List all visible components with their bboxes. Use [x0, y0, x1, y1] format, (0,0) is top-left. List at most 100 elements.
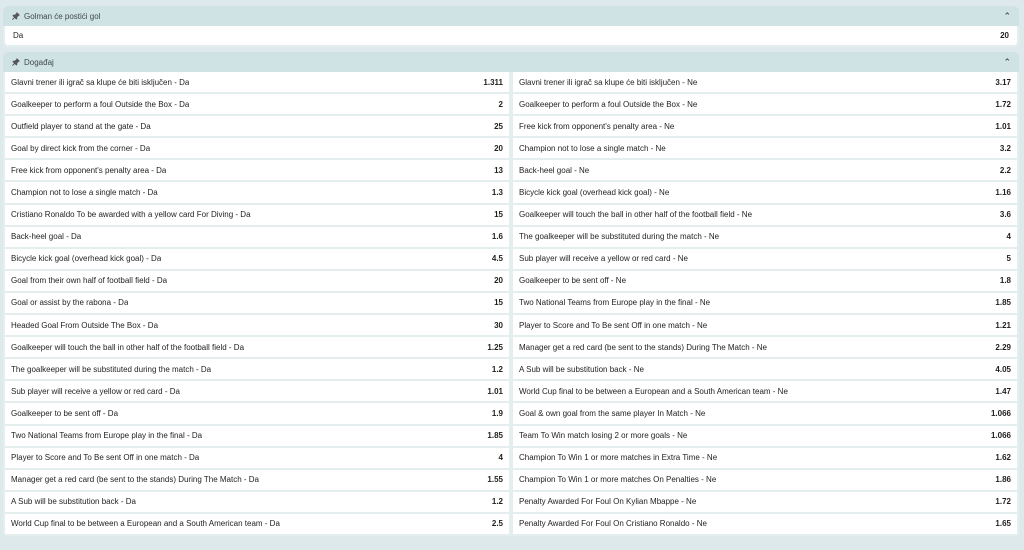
market-golman-postici-gol: Golman će postići gol ⌃ Da 20 [3, 6, 1019, 47]
odd-label: Da [13, 31, 24, 40]
odd-row[interactable]: Glavni trener ili igrač sa klupe će biti… [5, 72, 509, 93]
odd-label: Sub player will receive a yellow or red … [519, 254, 688, 264]
odd-value: 1.86 [995, 475, 1011, 485]
odd-label: Goal by direct kick from the corner - Da [11, 143, 151, 153]
odd-label: Goalkeeper to perform a foul Outside the… [519, 99, 698, 109]
odd-row[interactable]: Goalkeeper to perform a foul Outside the… [513, 94, 1017, 115]
odd-value: 1.2 [491, 364, 503, 374]
chevron-up-icon[interactable]: ⌃ [999, 57, 1011, 68]
odd-value: 1.72 [995, 497, 1011, 507]
odd-row[interactable]: Sub player will receive a yellow or red … [513, 248, 1017, 269]
odd-row[interactable]: Penalty Awarded For Foul On Kylian Mbapp… [513, 491, 1017, 512]
chevron-up-icon[interactable]: ⌃ [999, 11, 1011, 22]
odd-row[interactable]: Bicycle kick goal (overhead kick goal) -… [5, 248, 509, 269]
odd-value: 1.8 [999, 276, 1011, 286]
odd-row[interactable]: Player to Score and To Be sent Off in on… [5, 447, 509, 468]
odd-label: Penalty Awarded For Foul On Kylian Mbapp… [519, 497, 697, 507]
odd-value: 1.21 [995, 320, 1011, 330]
odd-label: Champion To Win 1 or more matches On Pen… [519, 475, 717, 485]
odd-row[interactable]: World Cup final to be between a European… [5, 513, 509, 534]
market-header[interactable]: Golman će postići gol ⌃ [3, 6, 1019, 26]
odd-row[interactable]: Two National Teams from Europe play in t… [5, 425, 509, 446]
odd-value: 1.25 [487, 342, 503, 352]
odd-row[interactable]: Goal & own goal from the same player In … [513, 403, 1017, 424]
odd-value: 3.2 [999, 143, 1011, 153]
odd-row[interactable]: Bicycle kick goal (overhead kick goal) -… [513, 182, 1017, 203]
odd-row[interactable]: A Sub will be substitution back - Da 1.2 [5, 491, 509, 512]
odd-label: Champion not to lose a single match - Da [11, 188, 158, 198]
odd-row[interactable]: Two National Teams from Europe play in t… [513, 292, 1017, 314]
odd-value: 1.9 [491, 408, 503, 418]
odd-label: Goalkeeper to perform a foul Outside the… [11, 99, 190, 109]
odd-row[interactable]: Goalkeeper to perform a foul Outside the… [5, 94, 509, 115]
pin-icon[interactable] [12, 58, 24, 66]
odd-row[interactable]: Outfield player to stand at the gate - D… [5, 116, 509, 137]
odd-label: Goalkeeper will touch the ball in other … [11, 342, 245, 352]
odds-column-da: Glavni trener ili igrač sa klupe će biti… [5, 72, 509, 534]
odd-value: 1.16 [995, 188, 1011, 198]
odd-label: Glavni trener ili igrač sa klupe će biti… [519, 77, 698, 87]
odd-value: 4.5 [491, 254, 503, 264]
odd-label: Glavni trener ili igrač sa klupe će biti… [11, 77, 190, 87]
odd-row[interactable]: Back-heel goal - Ne 2.2 [513, 160, 1017, 181]
market-header[interactable]: Događaj ⌃ [3, 52, 1019, 72]
odd-value: 1.01 [995, 121, 1011, 131]
odd-label: Outfield player to stand at the gate - D… [11, 121, 151, 131]
odd-row[interactable]: The goalkeeper will be substituted durin… [513, 226, 1017, 247]
odd-label: Champion not to lose a single match - Ne [519, 143, 666, 153]
odd-label: Free kick from opponent's penalty area -… [519, 121, 675, 131]
odd-row[interactable]: Da 20 [3, 26, 1019, 47]
odd-row[interactable]: Glavni trener ili igrač sa klupe će biti… [513, 72, 1017, 93]
odd-row[interactable]: Goalkeeper to be sent off - Da 1.9 [5, 403, 509, 424]
pin-icon[interactable] [12, 12, 24, 20]
odd-label: Champion To Win 1 or more matches in Ext… [519, 453, 718, 463]
odd-row[interactable]: Champion not to lose a single match - Ne… [513, 138, 1017, 159]
odd-row[interactable]: Player to Score and To Be sent Off in on… [513, 315, 1017, 336]
odd-value: 1.55 [487, 475, 503, 485]
odd-row[interactable]: Goal by direct kick from the corner - Da… [5, 138, 509, 159]
odd-row[interactable]: Team To Win match losing 2 or more goals… [513, 425, 1017, 446]
odd-value: 1.01 [487, 386, 503, 396]
odd-row[interactable]: Champion To Win 1 or more matches in Ext… [513, 447, 1017, 468]
odd-row[interactable]: Champion not to lose a single match - Da… [5, 182, 509, 203]
odd-row[interactable]: Free kick from opponent's penalty area -… [513, 116, 1017, 137]
odd-label: Player to Score and To Be sent Off in on… [11, 453, 200, 463]
odd-row[interactable]: Goalkeeper to be sent off - Ne 1.8 [513, 270, 1017, 291]
odd-label: A Sub will be substitution back - Ne [519, 364, 644, 374]
odd-value: 4 [498, 453, 503, 463]
odd-value: 13 [494, 165, 503, 175]
odd-value: 1.85 [487, 431, 503, 441]
odd-row[interactable]: Cristiano Ronaldo To be awarded with a y… [5, 204, 509, 225]
odd-row[interactable]: Penalty Awarded For Foul On Cristiano Ro… [513, 513, 1017, 534]
odd-label: Team To Win match losing 2 or more goals… [519, 431, 688, 441]
odd-row[interactable]: Goal or assist by the rabona - Da 15 [5, 292, 509, 314]
odd-row[interactable]: Manager get a red card (be sent to the s… [513, 337, 1017, 358]
odd-row[interactable]: Free kick from opponent's penalty area -… [5, 160, 509, 181]
odd-row[interactable]: Headed Goal From Outside The Box - Da 30 [5, 315, 509, 336]
odd-value: 1.066 [990, 431, 1011, 441]
odd-value: 2.29 [995, 342, 1011, 352]
odd-label: A Sub will be substitution back - Da [11, 497, 136, 507]
odd-row[interactable]: Sub player will receive a yellow or red … [5, 381, 509, 402]
odd-row[interactable]: Back-heel goal - Da 1.6 [5, 226, 509, 247]
odd-row[interactable]: Goalkeeper will touch the ball in other … [513, 204, 1017, 225]
odd-row[interactable]: Champion To Win 1 or more matches On Pen… [513, 469, 1017, 490]
odd-label: The goalkeeper will be substituted durin… [11, 364, 212, 374]
odd-label: Manager get a red card (be sent to the s… [11, 475, 259, 485]
odds-grid: Glavni trener ili igrač sa klupe će biti… [3, 72, 1019, 536]
odd-row[interactable]: The goalkeeper will be substituted durin… [5, 359, 509, 380]
odd-value: 1.47 [995, 386, 1011, 396]
odd-row[interactable]: Goal from their own half of football fie… [5, 270, 509, 291]
odd-value: 1.72 [995, 99, 1011, 109]
odd-label: Two National Teams from Europe play in t… [11, 431, 203, 441]
odd-label: Goalkeeper to be sent off - Ne [519, 276, 627, 286]
odd-label: Back-heel goal - Ne [519, 165, 590, 175]
odds-column-ne: Glavni trener ili igrač sa klupe će biti… [513, 72, 1017, 534]
odd-row[interactable]: A Sub will be substitution back - Ne 4.05 [513, 359, 1017, 380]
odd-row[interactable]: Manager get a red card (be sent to the s… [5, 469, 509, 490]
odd-label: World Cup final to be between a European… [11, 519, 280, 529]
odd-row[interactable]: Goalkeeper will touch the ball in other … [5, 337, 509, 358]
odd-value: 1.62 [995, 453, 1011, 463]
odd-row[interactable]: World Cup final to be between a European… [513, 381, 1017, 402]
odd-value: 3.17 [995, 77, 1011, 87]
